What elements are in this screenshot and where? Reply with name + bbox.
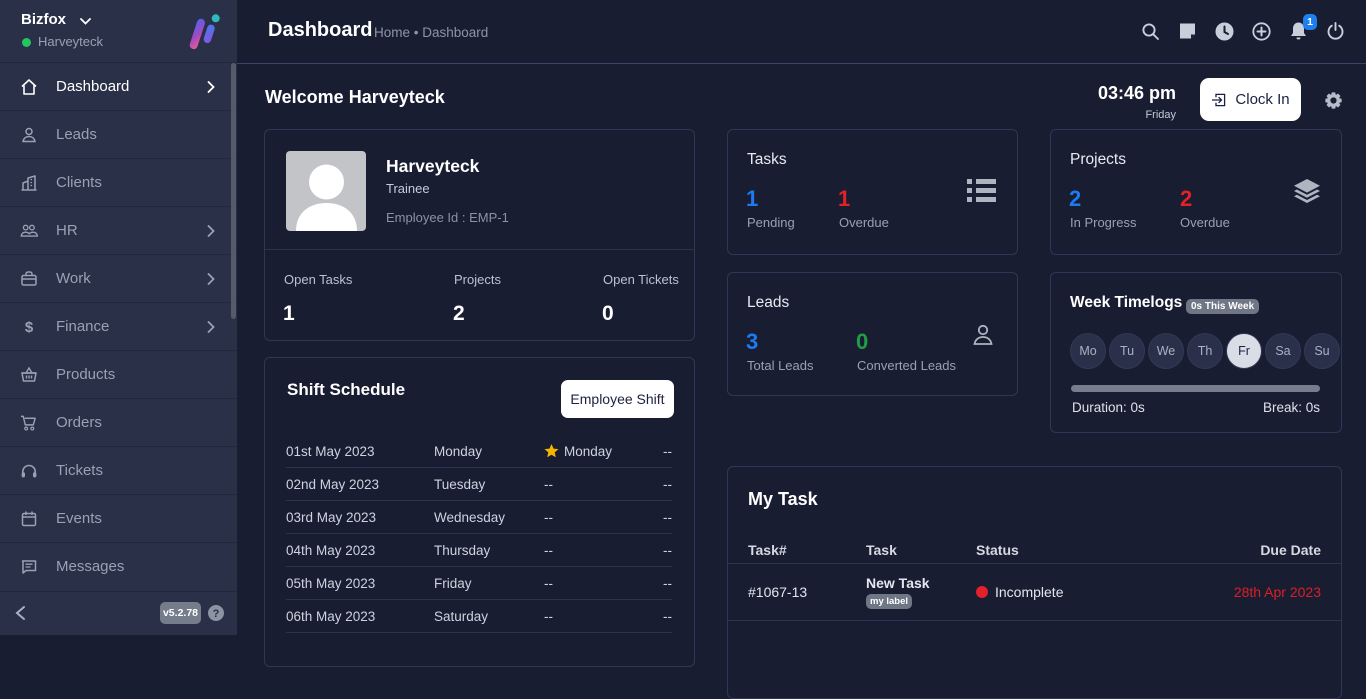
svg-text:$: $ <box>25 319 34 336</box>
svg-text:?: ? <box>213 608 220 620</box>
